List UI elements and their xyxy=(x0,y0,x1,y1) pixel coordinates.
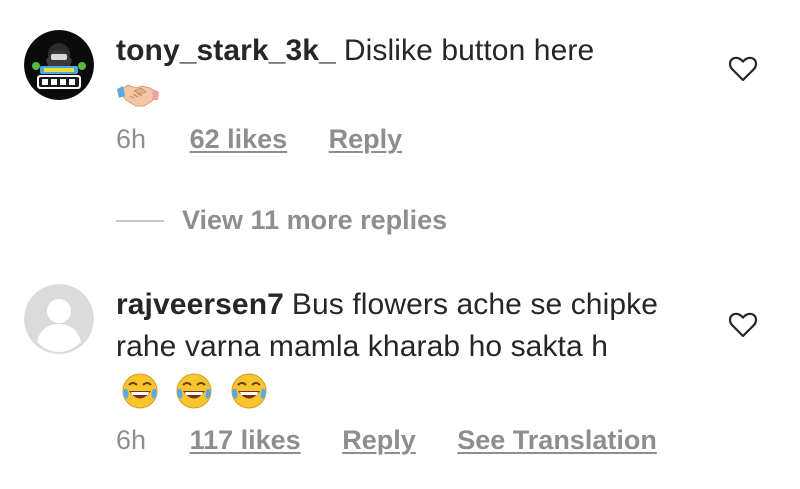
comment-time: 6h xyxy=(116,425,147,456)
laugh-icon xyxy=(122,373,158,409)
see-translation-link[interactable]: See Translation xyxy=(457,425,657,456)
view-replies-label: View 11 more replies xyxy=(182,205,448,235)
comment-time: 6h xyxy=(116,124,147,154)
comments-panel: tony_stark_3k_ Dislike button here 6h 62 … xyxy=(0,0,800,489)
reply-button[interactable]: Reply xyxy=(329,124,403,155)
comment-content: rajveersen7 Bus flowers ache se chipke ra… xyxy=(116,284,696,411)
view-more-replies[interactable]: View 11 more replies xyxy=(116,205,447,236)
comment-content: tony_stark_3k_ Dislike button here xyxy=(116,30,696,72)
comment-meta: 6h 117 likes Reply See Translation xyxy=(116,425,696,456)
gaming-logo-icon xyxy=(24,30,94,100)
comment-meta: 6h 62 likes Reply xyxy=(116,124,696,155)
user-avatar[interactable] xyxy=(24,284,94,354)
heart-icon[interactable] xyxy=(728,312,758,338)
comment-body: rajveersen7 Bus flowers ache se chipke ra… xyxy=(116,284,696,456)
laugh-icon xyxy=(176,373,212,409)
comment-body: tony_stark_3k_ Dislike button here 6h 62 … xyxy=(116,30,696,155)
laugh-icon xyxy=(231,373,267,409)
replies-divider xyxy=(116,219,164,222)
emoji-row xyxy=(120,369,275,411)
likes-link[interactable]: 117 likes xyxy=(190,425,301,456)
heart-icon[interactable] xyxy=(728,56,758,82)
comment-username[interactable]: tony_stark_3k_ xyxy=(116,34,336,67)
reply-button[interactable]: Reply xyxy=(342,425,416,456)
handshake-icon xyxy=(117,84,159,107)
likes-link[interactable]: 62 likes xyxy=(190,124,288,155)
user-avatar[interactable] xyxy=(24,30,94,100)
comment-username[interactable]: rajveersen7 xyxy=(116,288,284,321)
default-avatar-icon xyxy=(24,284,94,354)
comment-text: Dislike button here xyxy=(343,34,595,67)
